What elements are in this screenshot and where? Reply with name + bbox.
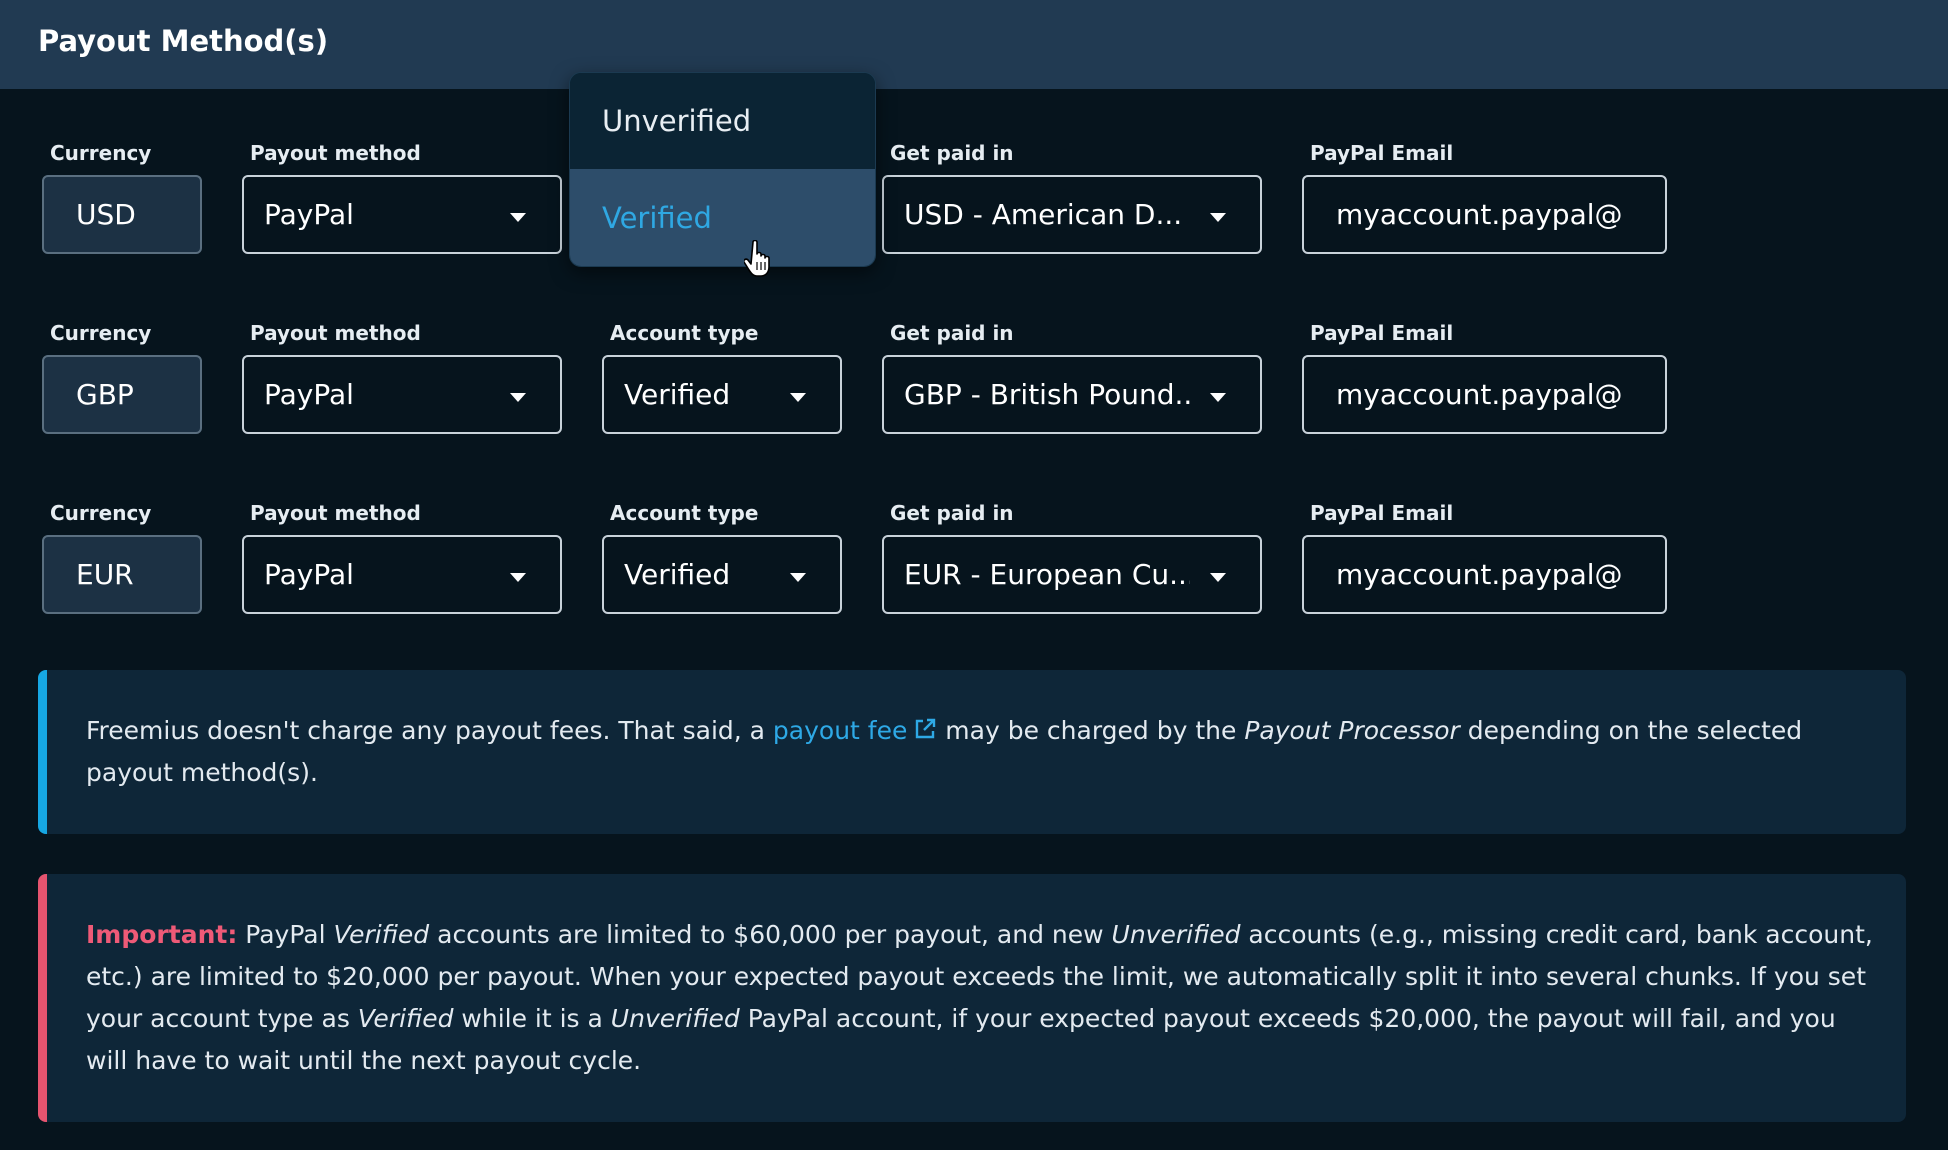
- get-paid-in-select-eur[interactable]: EUR - European Cu...: [882, 535, 1262, 614]
- paypal-email-value: myaccount.paypal@: [1336, 198, 1623, 231]
- get-paid-in-select-usd[interactable]: USD - American D...: [882, 175, 1262, 254]
- caret-down-icon: [790, 573, 806, 582]
- account-type-dropdown-menu: Unverified Verified: [569, 72, 876, 267]
- currency-label: Currency: [50, 141, 152, 165]
- currency-value: EUR: [76, 558, 134, 591]
- currency-value: GBP: [76, 378, 134, 411]
- payout-fee-link[interactable]: payout fee: [773, 716, 937, 745]
- section-header: Payout Method(s): [0, 0, 1948, 89]
- payout-method-label: Payout method: [250, 501, 421, 525]
- caret-down-icon: [1210, 393, 1226, 402]
- paypal-email-input-eur[interactable]: myaccount.paypal@: [1302, 535, 1667, 614]
- notice-emphasis: Unverified: [1111, 920, 1241, 949]
- notice-emphasis: Unverified: [610, 1004, 740, 1033]
- account-type-label: Account type: [610, 501, 759, 525]
- important-label: Important:: [86, 920, 238, 949]
- caret-down-icon: [1210, 213, 1226, 222]
- notice-text: Freemius doesn't charge any payout fees.…: [86, 716, 773, 745]
- currency-label: Currency: [50, 501, 152, 525]
- get-paid-in-value: EUR - European Cu...: [904, 558, 1190, 591]
- payout-method-label: Payout method: [250, 321, 421, 345]
- notice-text: accounts are limited to $60,000 per payo…: [429, 920, 1112, 949]
- hand-cursor-icon: [744, 240, 770, 277]
- notice-emphasis: Verified: [333, 920, 430, 949]
- paypal-email-value: myaccount.paypal@: [1336, 558, 1623, 591]
- currency-field-usd: USD: [42, 175, 202, 254]
- external-link-icon: [916, 718, 936, 739]
- get-paid-in-label: Get paid in: [890, 321, 1014, 345]
- notice-text: PayPal: [237, 920, 334, 949]
- paypal-email-label: PayPal Email: [1310, 501, 1454, 525]
- payout-method-select-gbp[interactable]: PayPal: [242, 355, 562, 434]
- caret-down-icon: [510, 393, 526, 402]
- payout-method-value: PayPal: [264, 558, 354, 591]
- payout-fee-notice: Freemius doesn't charge any payout fees.…: [38, 670, 1906, 834]
- currency-label: Currency: [50, 321, 152, 345]
- notice-text: while it is a: [453, 1004, 611, 1033]
- notice-emphasis: Verified: [357, 1004, 454, 1033]
- payout-method-select-eur[interactable]: PayPal: [242, 535, 562, 614]
- currency-field-gbp: GBP: [42, 355, 202, 434]
- paypal-email-input-usd[interactable]: myaccount.paypal@: [1302, 175, 1667, 254]
- caret-down-icon: [1210, 573, 1226, 582]
- paypal-email-value: myaccount.paypal@: [1336, 378, 1623, 411]
- payout-fee-link-text: payout fee: [772, 716, 908, 745]
- currency-value: USD: [76, 198, 136, 231]
- paypal-email-input-gbp[interactable]: myaccount.paypal@: [1302, 355, 1667, 434]
- account-type-label: Account type: [610, 321, 759, 345]
- paypal-email-label: PayPal Email: [1310, 321, 1454, 345]
- account-type-value: Verified: [624, 378, 731, 411]
- notice-text: may be charged by the: [937, 716, 1245, 745]
- account-type-value: Verified: [624, 558, 731, 591]
- payout-method-value: PayPal: [264, 198, 354, 231]
- dropdown-option-verified[interactable]: Verified: [570, 169, 875, 266]
- important-notice: Important: PayPal Verified accounts are …: [38, 874, 1906, 1122]
- payout-method-label: Payout method: [250, 141, 421, 165]
- section-title: Payout Method(s): [38, 24, 329, 58]
- get-paid-in-value: GBP - British Pound...: [904, 378, 1190, 411]
- get-paid-in-select-gbp[interactable]: GBP - British Pound...: [882, 355, 1262, 434]
- currency-field-eur: EUR: [42, 535, 202, 614]
- dropdown-option-unverified[interactable]: Unverified: [570, 73, 875, 169]
- get-paid-in-value: USD - American D...: [904, 198, 1183, 231]
- paypal-email-label: PayPal Email: [1310, 141, 1454, 165]
- caret-down-icon: [790, 393, 806, 402]
- caret-down-icon: [510, 213, 526, 222]
- payout-method-value: PayPal: [264, 378, 354, 411]
- payout-method-select-usd[interactable]: PayPal: [242, 175, 562, 254]
- account-type-select-gbp[interactable]: Verified: [602, 355, 842, 434]
- caret-down-icon: [510, 573, 526, 582]
- payout-processor-text: Payout Processor: [1244, 716, 1460, 745]
- account-type-select-eur[interactable]: Verified: [602, 535, 842, 614]
- get-paid-in-label: Get paid in: [890, 141, 1014, 165]
- get-paid-in-label: Get paid in: [890, 501, 1014, 525]
